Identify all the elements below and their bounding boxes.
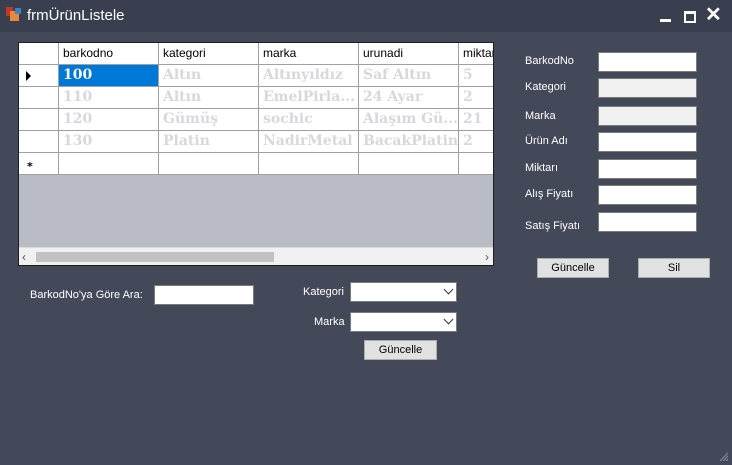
table-row[interactable]: 120 Gümüş sochic Alaşım Gü... 21 — [19, 109, 493, 131]
cell-marka[interactable]: sochic — [259, 109, 359, 131]
filter-update-button[interactable]: Güncelle — [364, 340, 437, 360]
row-header[interactable] — [19, 109, 59, 131]
cell-kategori[interactable]: Altın — [159, 65, 259, 87]
miktar-field[interactable] — [598, 159, 697, 179]
cell-barkodno[interactable]: 120 — [59, 109, 159, 131]
satis-fiyati-field[interactable] — [598, 212, 697, 232]
cell-barkodno[interactable]: 110 — [59, 87, 159, 109]
chevron-down-icon — [443, 314, 454, 325]
column-header-barkodno[interactable]: barkodno — [59, 43, 159, 65]
current-row-icon — [26, 71, 31, 81]
cell-kategori[interactable] — [159, 153, 259, 175]
search-barkod-input[interactable] — [154, 285, 254, 305]
row-header[interactable] — [19, 131, 59, 153]
table-row[interactable]: 100 Altın Altınyıldız Saf Altın 5 — [19, 65, 493, 87]
update-button[interactable]: Güncelle — [537, 258, 609, 278]
barkodno-field[interactable] — [598, 52, 697, 72]
row-header[interactable]: * — [19, 153, 59, 175]
cell-marka[interactable]: EmelPirla... — [259, 87, 359, 109]
cell-marka[interactable]: NadirMetal — [259, 131, 359, 153]
minimize-button[interactable] — [656, 6, 676, 26]
cell-kategori[interactable]: Gümüş — [159, 109, 259, 131]
cell-marka[interactable] — [259, 153, 359, 175]
table-row[interactable]: 130 Platin NadirMetal BacakPlatin 2 — [19, 131, 493, 153]
cell-kategori[interactable]: Platin — [159, 131, 259, 153]
table-row[interactable]: 110 Altın EmelPirla... 24 Ayar 2 — [19, 87, 493, 109]
scroll-left-icon[interactable]: ‹ — [22, 248, 26, 265]
cell-marka[interactable]: Altınyıldız — [259, 65, 359, 87]
minimize-icon — [660, 19, 671, 22]
title-bar[interactable]: frmÜrünListele ✕ — [0, 0, 732, 32]
cell-miktar[interactable]: 2 — [459, 131, 493, 153]
marka-label: Marka — [525, 110, 556, 122]
cell-miktar[interactable]: 5 — [459, 65, 493, 87]
cell-urunadi[interactable]: 24 Ayar — [359, 87, 459, 109]
row-header[interactable] — [19, 65, 59, 87]
main-window: frmÜrünListele ✕ barkodno kategori marka… — [0, 0, 732, 465]
satis-fiyati-label: Satış Fiyatı — [525, 220, 581, 232]
cell-urunadi[interactable]: Saf Altın — [359, 65, 459, 87]
urunadi-label: Ürün Adı — [525, 135, 568, 147]
scrollbar-thumb[interactable] — [36, 252, 274, 262]
horizontal-scrollbar[interactable]: ‹ › — [19, 247, 493, 265]
row-header-corner[interactable] — [19, 43, 59, 65]
cell-kategori[interactable]: Altın — [159, 87, 259, 109]
cell-urunadi[interactable]: BacakPlatin — [359, 131, 459, 153]
kategori-field[interactable] — [598, 78, 697, 98]
grid-body: barkodno kategori marka urunadi miktar 1… — [19, 43, 493, 247]
search-barkod-label: BarkodNo'ya Göre Ara: — [30, 289, 143, 301]
cell-barkodno[interactable]: 130 — [59, 131, 159, 153]
app-icon — [6, 7, 22, 23]
miktar-label: Miktarı — [525, 162, 558, 174]
cell-barkodno[interactable]: 100 — [59, 65, 159, 87]
maximize-button[interactable] — [680, 6, 700, 26]
cell-urunadi[interactable] — [359, 153, 459, 175]
chevron-down-icon — [443, 284, 454, 295]
column-header-kategori[interactable]: kategori — [159, 43, 259, 65]
cell-barkodno[interactable] — [59, 153, 159, 175]
alis-fiyati-label: Alış Fiyatı — [525, 188, 574, 200]
new-row[interactable]: * — [19, 153, 493, 175]
cell-miktar[interactable] — [459, 153, 493, 175]
marka-dropdown[interactable] — [350, 312, 457, 332]
resize-grip-icon[interactable] — [718, 451, 728, 461]
column-header-miktar[interactable]: miktar — [459, 43, 493, 65]
delete-button[interactable]: Sil — [638, 258, 710, 278]
search-kategori-label: Kategori — [303, 286, 344, 298]
barkodno-label: BarkodNo — [525, 55, 574, 67]
urunadi-field[interactable] — [598, 132, 697, 152]
search-marka-label: Marka — [314, 316, 345, 328]
kategori-label: Kategori — [525, 81, 566, 93]
maximize-icon — [684, 11, 696, 23]
column-header-marka[interactable]: marka — [259, 43, 359, 65]
marka-field[interactable] — [598, 106, 697, 126]
alis-fiyati-field[interactable] — [598, 185, 697, 205]
window-title: frmÜrünListele — [27, 7, 125, 24]
kategori-dropdown[interactable] — [350, 282, 457, 302]
cell-miktar[interactable]: 2 — [459, 87, 493, 109]
new-row-icon: * — [27, 160, 33, 173]
cell-miktar[interactable]: 21 — [459, 109, 493, 131]
scroll-right-icon[interactable]: › — [485, 248, 489, 265]
row-header[interactable] — [19, 87, 59, 109]
close-button[interactable]: ✕ — [704, 4, 724, 26]
cell-urunadi[interactable]: Alaşım Gü... — [359, 109, 459, 131]
close-icon: ✕ — [705, 4, 722, 26]
product-grid[interactable]: barkodno kategori marka urunadi miktar 1… — [18, 42, 494, 266]
grid-header-row: barkodno kategori marka urunadi miktar — [19, 43, 493, 65]
column-header-urunadi[interactable]: urunadi — [359, 43, 459, 65]
